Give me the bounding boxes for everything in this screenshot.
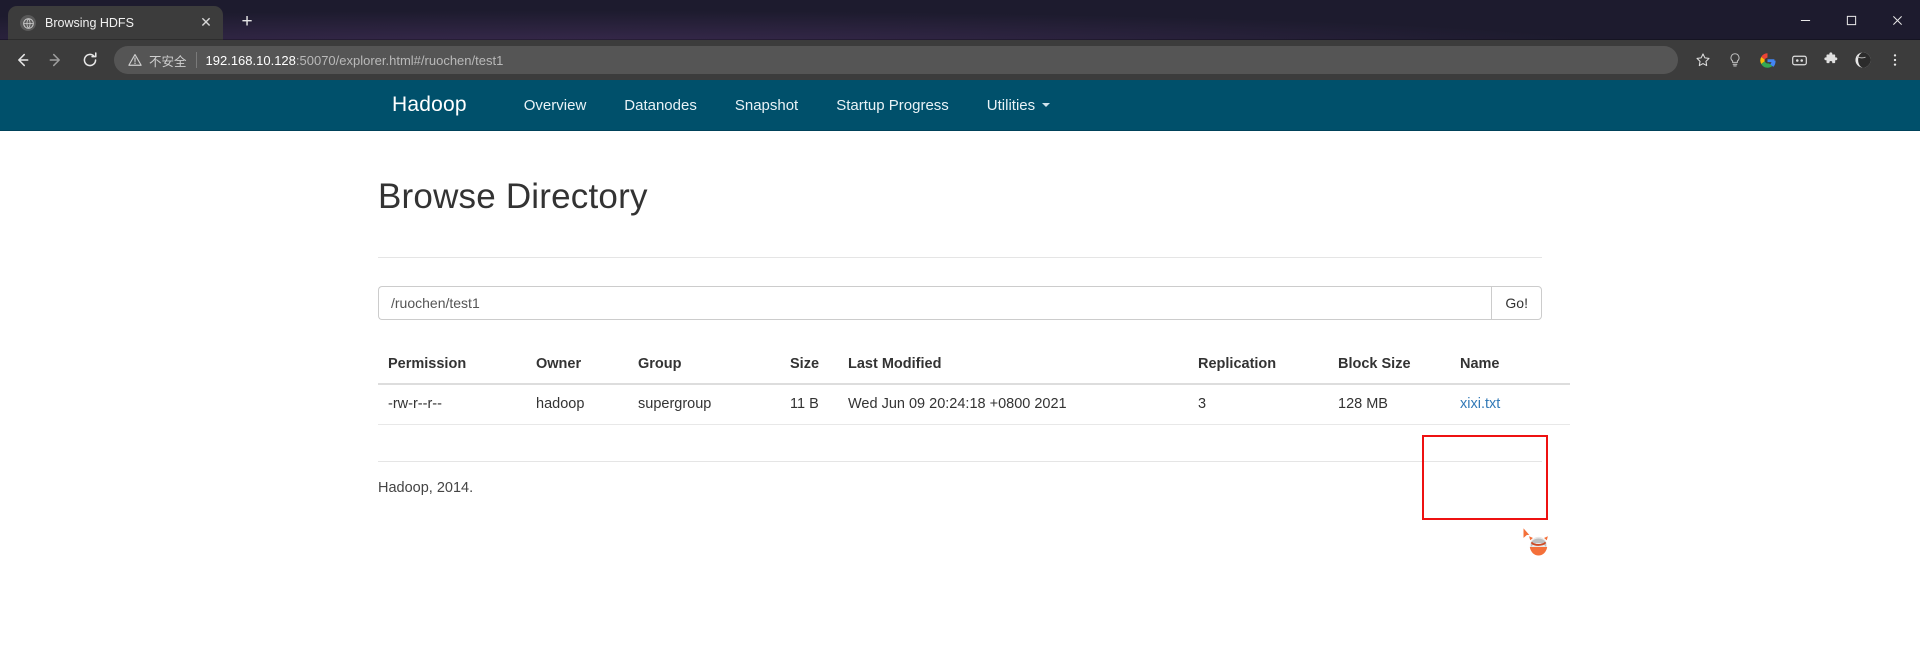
window-controls bbox=[1782, 0, 1920, 40]
profile-avatar-icon[interactable] bbox=[1848, 45, 1878, 75]
page-title: Browse Directory bbox=[378, 177, 648, 216]
table-row: -rw-r--r-- hadoop supergroup 11 B Wed Ju… bbox=[378, 384, 1570, 425]
col-header-block-size[interactable]: Block Size bbox=[1328, 347, 1450, 385]
puzzle-extensions-icon[interactable] bbox=[1816, 45, 1846, 75]
mouse-cursor bbox=[1522, 526, 1550, 556]
cell-owner: hadoop bbox=[526, 384, 628, 425]
col-header-size[interactable]: Size bbox=[780, 347, 838, 385]
nav-link-datanodes[interactable]: Datanodes bbox=[605, 80, 716, 131]
url-host: 192.168.10.128 bbox=[205, 52, 296, 68]
browser-window: Browsing HDFS ✕ + 不安全 192.168.10.128:500… bbox=[0, 0, 1920, 670]
omnibox-divider bbox=[195, 52, 197, 68]
col-header-last-modified[interactable]: Last Modified bbox=[838, 347, 1188, 385]
browser-tab[interactable]: Browsing HDFS ✕ bbox=[8, 6, 223, 40]
maximize-icon[interactable] bbox=[1828, 0, 1874, 40]
back-arrow-icon[interactable] bbox=[6, 44, 38, 76]
file-link-xixi-txt[interactable]: xixi.txt bbox=[1460, 396, 1500, 412]
nav-link-utilities-label: Utilities bbox=[986, 96, 1036, 114]
cell-block-size: 128 MB bbox=[1328, 384, 1450, 425]
minimize-icon[interactable] bbox=[1782, 0, 1828, 40]
directory-listing-table: Permission Owner Group Size Last Modifie… bbox=[378, 347, 1570, 425]
tab-strip: Browsing HDFS ✕ + bbox=[0, 0, 1920, 40]
lightbulb-icon[interactable] bbox=[1720, 45, 1750, 75]
page-footer: Hadoop, 2014. bbox=[378, 461, 1542, 496]
page-viewport: Hadoop Overview Datanodes Snapshot Start… bbox=[0, 80, 1920, 670]
address-bar[interactable]: 不安全 192.168.10.128:50070/explorer.html#/… bbox=[114, 46, 1678, 74]
forward-arrow-icon[interactable] bbox=[40, 44, 72, 76]
cell-name: xixi.txt bbox=[1450, 384, 1570, 425]
cell-permission: -rw-r--r-- bbox=[378, 384, 526, 425]
go-button[interactable]: Go! bbox=[1491, 286, 1542, 320]
cell-last-modified: Wed Jun 09 20:24:18 +0800 2021 bbox=[838, 384, 1188, 425]
nav-link-overview[interactable]: Overview bbox=[505, 80, 606, 131]
warning-triangle-icon bbox=[128, 53, 142, 67]
page-container: Browse Directory Go! Permission Owner Gr… bbox=[378, 131, 1570, 556]
security-status-label: 不安全 bbox=[149, 54, 187, 69]
url-text: 192.168.10.128:50070/explorer.html#/ruoc… bbox=[206, 53, 504, 68]
three-dot-menu-icon[interactable] bbox=[1880, 45, 1910, 75]
cell-size: 11 B bbox=[780, 384, 838, 425]
directory-path-input[interactable] bbox=[378, 286, 1492, 320]
nav-link-snapshot[interactable]: Snapshot bbox=[716, 80, 817, 131]
nav-link-utilities[interactable]: Utilities bbox=[968, 80, 1069, 131]
nav-link-startup-progress[interactable]: Startup Progress bbox=[817, 80, 968, 131]
cell-group: supergroup bbox=[628, 384, 780, 425]
browser-toolbar: 不安全 192.168.10.128:50070/explorer.html#/… bbox=[0, 40, 1920, 80]
globe-icon bbox=[20, 15, 36, 31]
path-form: Go! bbox=[378, 286, 1542, 320]
google-colored-icon[interactable] bbox=[1752, 45, 1782, 75]
col-header-name[interactable]: Name bbox=[1450, 347, 1570, 385]
new-tab-button[interactable]: + bbox=[232, 8, 262, 38]
chevron-down-icon bbox=[1042, 103, 1051, 107]
screen-reader-icon[interactable] bbox=[1784, 45, 1814, 75]
hadoop-navbar: Hadoop Overview Datanodes Snapshot Start… bbox=[0, 80, 1920, 131]
title-divider bbox=[378, 257, 1542, 258]
col-header-group[interactable]: Group bbox=[628, 347, 780, 385]
navbar-brand[interactable]: Hadoop bbox=[392, 93, 483, 117]
col-header-replication[interactable]: Replication bbox=[1188, 347, 1328, 385]
table-header-row: Permission Owner Group Size Last Modifie… bbox=[378, 347, 1570, 385]
close-icon[interactable]: ✕ bbox=[197, 14, 215, 32]
col-header-permission[interactable]: Permission bbox=[378, 347, 526, 385]
window-close-icon[interactable] bbox=[1874, 0, 1920, 40]
url-path: :50070/explorer.html#/ruochen/test1 bbox=[295, 52, 504, 68]
col-header-owner[interactable]: Owner bbox=[526, 347, 628, 385]
reload-icon[interactable] bbox=[74, 44, 106, 76]
tab-title: Browsing HDFS bbox=[45, 16, 134, 30]
bookmark-star-icon[interactable] bbox=[1688, 45, 1718, 75]
cell-replication: 3 bbox=[1188, 384, 1328, 425]
